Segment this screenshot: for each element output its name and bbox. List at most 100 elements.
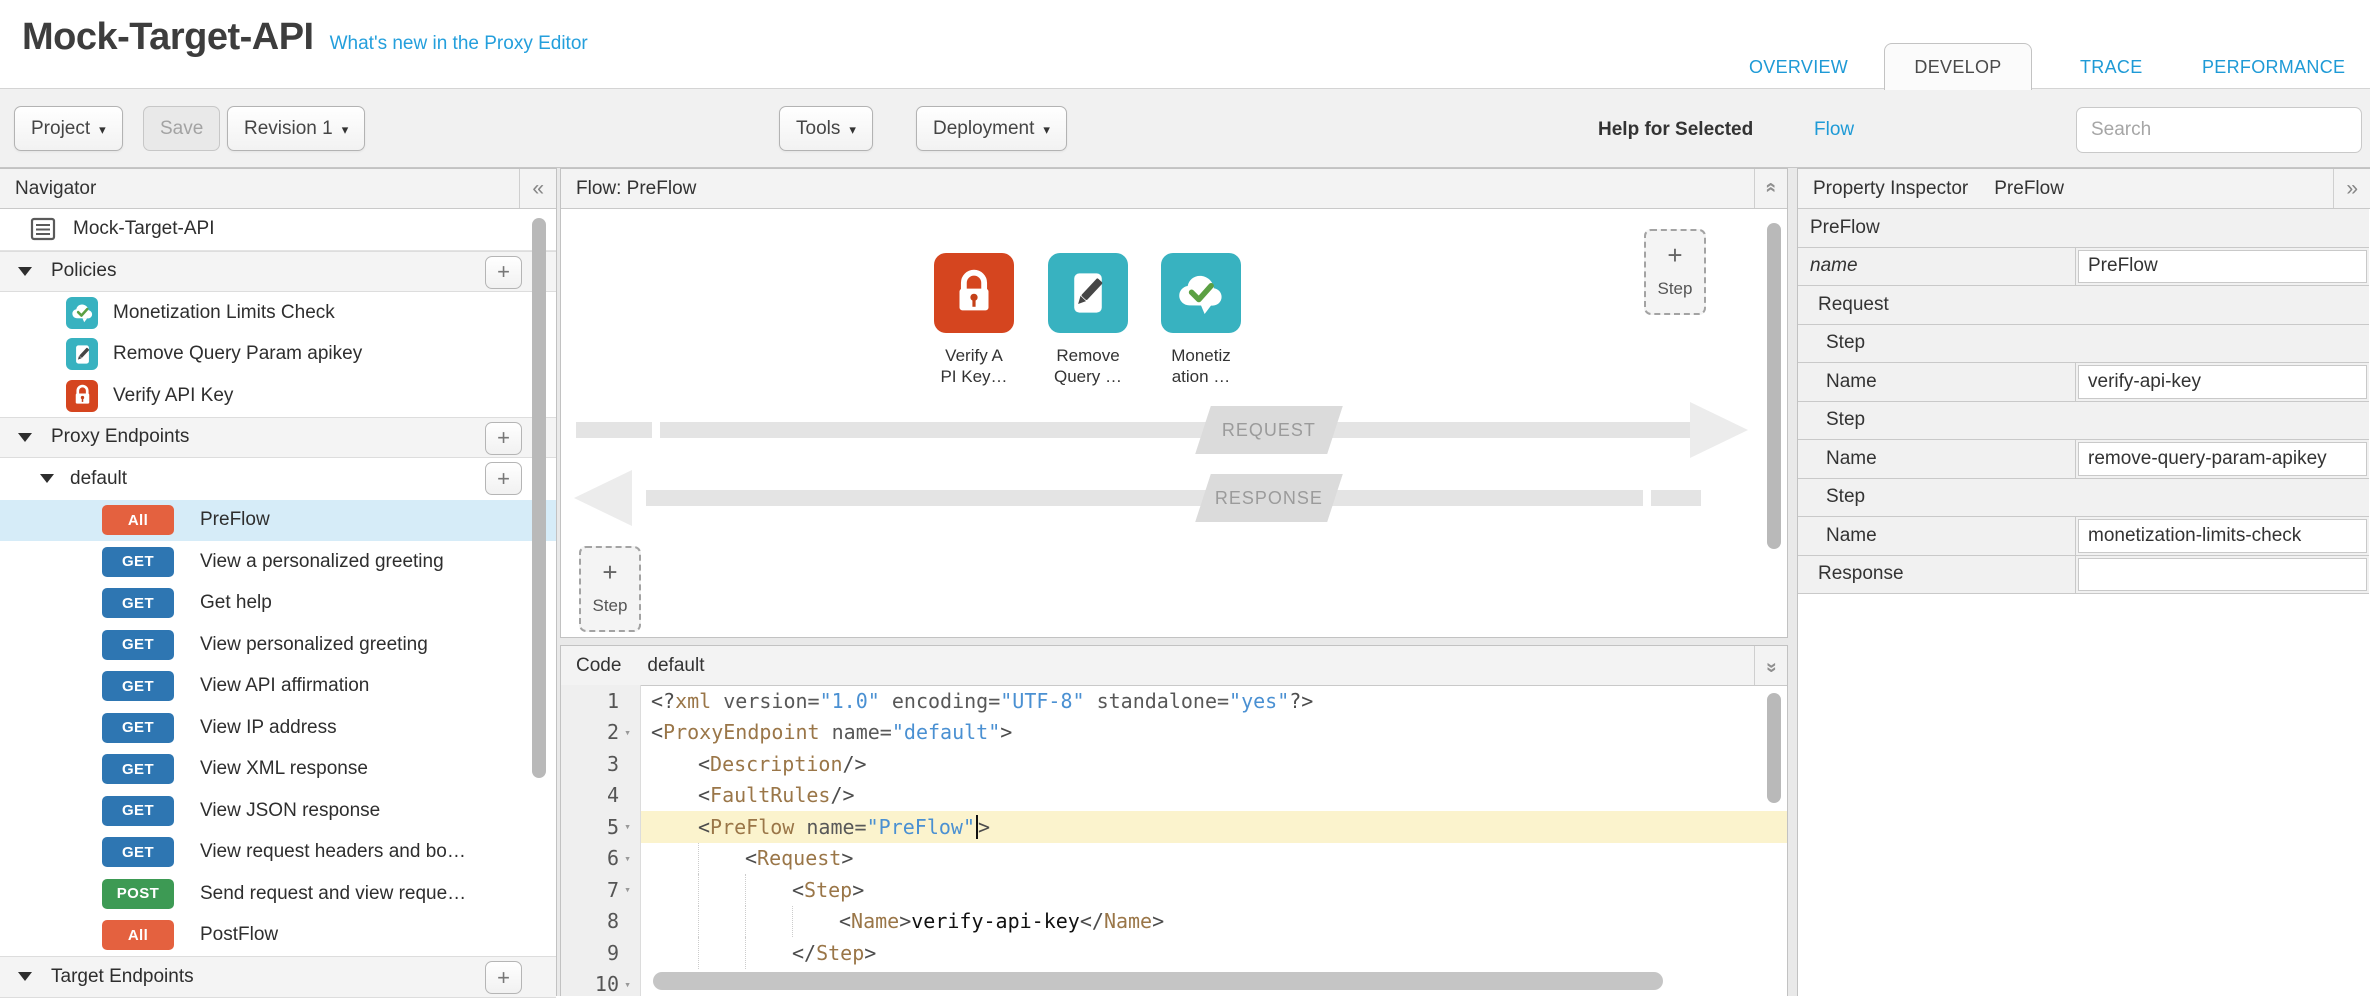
- nav-item-mock-target-api[interactable]: Mock-Target-API: [0, 209, 556, 251]
- nav-policy-remove-query-param-apikey[interactable]: Remove Query Param apikey: [0, 334, 556, 376]
- line-number: 9: [607, 941, 619, 965]
- nav-policy-verify-api-key[interactable]: Verify API Key: [0, 375, 556, 417]
- response-flow-line: [1651, 490, 1701, 506]
- gutter: 8: [561, 906, 641, 938]
- collapse-flow-button[interactable]: »: [1754, 169, 1787, 208]
- inspector-field-value[interactable]: monetization-limits-check: [2078, 519, 2367, 553]
- code-horizontal-scrollbar[interactable]: [653, 972, 1663, 990]
- nav-section-target-endpoints[interactable]: Target Endpoints+: [0, 956, 556, 998]
- method-badge: All: [102, 920, 174, 950]
- gutter: 6▾: [561, 843, 641, 875]
- nav-flow-view-json-response[interactable]: GETView JSON response: [0, 790, 556, 832]
- code-lines: 1<?xml version="1.0" encoding="UTF-8" st…: [561, 685, 1787, 996]
- code-token: Step: [804, 878, 852, 902]
- navigator-scrollbar[interactable]: [532, 218, 546, 778]
- fold-arrow-icon[interactable]: ▾: [619, 883, 636, 896]
- add-button[interactable]: +: [485, 462, 522, 495]
- code-line[interactable]: 6▾<Request>: [561, 843, 1787, 875]
- nav-flow-postflow[interactable]: AllPostFlow: [0, 915, 556, 957]
- nav-flow-view-a-personalized-greeting[interactable]: GETView a personalized greeting: [0, 541, 556, 583]
- gutter: 2▾: [561, 717, 641, 749]
- add-button[interactable]: +: [485, 422, 522, 455]
- tab-performance[interactable]: PERFORMANCE: [2202, 57, 2345, 78]
- inspector-field-value[interactable]: verify-api-key: [2078, 365, 2367, 399]
- nav-section-policies[interactable]: Policies+: [0, 251, 556, 293]
- nav-flow-view-personalized-greeting[interactable]: GETView personalized greeting: [0, 624, 556, 666]
- step-button-label: Step: [1658, 279, 1693, 299]
- nav-flow-view-xml-response[interactable]: GETView XML response: [0, 749, 556, 791]
- add-step-button[interactable]: + Step: [579, 546, 641, 632]
- search-input[interactable]: [2076, 107, 2362, 153]
- fold-arrow-icon[interactable]: ▾: [619, 978, 636, 991]
- pencil-icon: [1048, 253, 1128, 333]
- inspector-field-value[interactable]: [2078, 558, 2367, 592]
- fold-arrow-icon[interactable]: ▾: [619, 820, 636, 833]
- code-token: verify-api-key: [911, 909, 1080, 933]
- nav-flow-get-help[interactable]: GETGet help: [0, 583, 556, 625]
- tab-develop[interactable]: DEVELOP: [1884, 43, 2032, 90]
- inspector-field-value[interactable]: PreFlow: [2078, 250, 2367, 284]
- code-token: <: [698, 783, 710, 807]
- deployment-button[interactable]: Deployment ▾: [916, 106, 1067, 151]
- code-line[interactable]: 1<?xml version="1.0" encoding="UTF-8" st…: [561, 685, 1787, 717]
- whats-new-link[interactable]: What's new in the Proxy Editor: [330, 33, 588, 55]
- flow-title: Flow: PreFlow: [576, 178, 696, 200]
- flow-policy[interactable]: RemoveQuery …: [1033, 253, 1143, 387]
- nav-flow-send-request-and-view-reque[interactable]: POSTSend request and view reque…: [0, 873, 556, 915]
- code-token: >: [1152, 909, 1164, 933]
- code-token: <: [745, 846, 757, 870]
- expand-inspector-button[interactable]: »: [2333, 169, 2370, 208]
- nav-endpoint-default[interactable]: default+: [0, 458, 556, 500]
- fold-arrow-icon[interactable]: ▾: [619, 852, 636, 865]
- plus-icon: +: [1667, 245, 1682, 265]
- nav-policy-monetization-limits-check[interactable]: Monetization Limits Check: [0, 292, 556, 334]
- revision-button[interactable]: Revision 1 ▾: [227, 106, 365, 151]
- nav-item-label: Remove Query Param apikey: [113, 343, 362, 365]
- inspector-row-label: PreFlow: [1798, 217, 1880, 239]
- code-token: "1.0": [820, 689, 880, 713]
- fold-arrow-icon[interactable]: ▾: [619, 726, 636, 739]
- code-editor[interactable]: 1<?xml version="1.0" encoding="UTF-8" st…: [561, 685, 1787, 996]
- code-line[interactable]: 8<Name>verify-api-key</Name>: [561, 906, 1787, 938]
- inspector-row-label: Step: [1798, 486, 1865, 508]
- add-step-button[interactable]: + Step: [1644, 229, 1706, 315]
- add-button[interactable]: +: [485, 256, 522, 289]
- code-scrollbar[interactable]: [1767, 693, 1781, 803]
- nav-flow-view-request-headers-and-bo[interactable]: GETView request headers and bo…: [0, 832, 556, 874]
- line-number: 4: [607, 783, 619, 807]
- flow-scrollbar[interactable]: [1767, 223, 1781, 549]
- nav-flow-preflow[interactable]: AllPreFlow: [0, 500, 556, 542]
- nav-section-proxy-endpoints[interactable]: Proxy Endpoints+: [0, 417, 556, 459]
- tools-button[interactable]: Tools ▾: [779, 106, 873, 151]
- inspector-row-label: Response: [1798, 563, 1904, 585]
- code-line[interactable]: 5▾<PreFlow name="PreFlow">: [561, 811, 1787, 843]
- help-flow-link[interactable]: Flow: [1814, 119, 1854, 141]
- code-line[interactable]: 2▾<ProxyEndpoint name="default">: [561, 717, 1787, 749]
- inspector-field-value[interactable]: remove-query-param-apikey: [2078, 442, 2367, 476]
- nav-item-label: Get help: [200, 592, 272, 614]
- code-line[interactable]: 4<FaultRules/>: [561, 780, 1787, 812]
- collapse-code-button[interactable]: »: [1754, 646, 1787, 685]
- flow-policy[interactable]: Monetization …: [1146, 253, 1256, 387]
- code-line[interactable]: 3<Description/>: [561, 748, 1787, 780]
- collapse-navigator-button[interactable]: «: [519, 169, 556, 208]
- nav-flow-view-api-affirmation[interactable]: GETView API affirmation: [0, 666, 556, 708]
- tab-overview[interactable]: OVERVIEW: [1749, 57, 1848, 78]
- code-token: ?>: [1289, 689, 1313, 713]
- code-token: Name: [1104, 909, 1152, 933]
- request-label: REQUEST: [1195, 406, 1343, 454]
- property-inspector-panel: Property Inspector PreFlow » PreFlowname…: [1797, 168, 2370, 996]
- add-button[interactable]: +: [485, 961, 522, 994]
- flow-policy[interactable]: Verify API Key…: [919, 253, 1029, 387]
- code-token: >: [852, 878, 864, 902]
- code-line[interactable]: 7▾<Step>: [561, 874, 1787, 906]
- save-button[interactable]: Save: [143, 106, 220, 151]
- nav-flow-view-ip-address[interactable]: GETView IP address: [0, 707, 556, 749]
- code-line[interactable]: 9</Step>: [561, 937, 1787, 969]
- project-button[interactable]: Project ▾: [14, 106, 123, 151]
- inspector-field-name: Namemonetization-limits-check: [1798, 517, 2369, 556]
- code-token: PreFlow: [710, 815, 794, 839]
- tab-trace[interactable]: TRACE: [2080, 57, 2143, 78]
- inspector-section-request: Request: [1798, 286, 2369, 325]
- flow-policy-label: Monetization …: [1146, 345, 1256, 387]
